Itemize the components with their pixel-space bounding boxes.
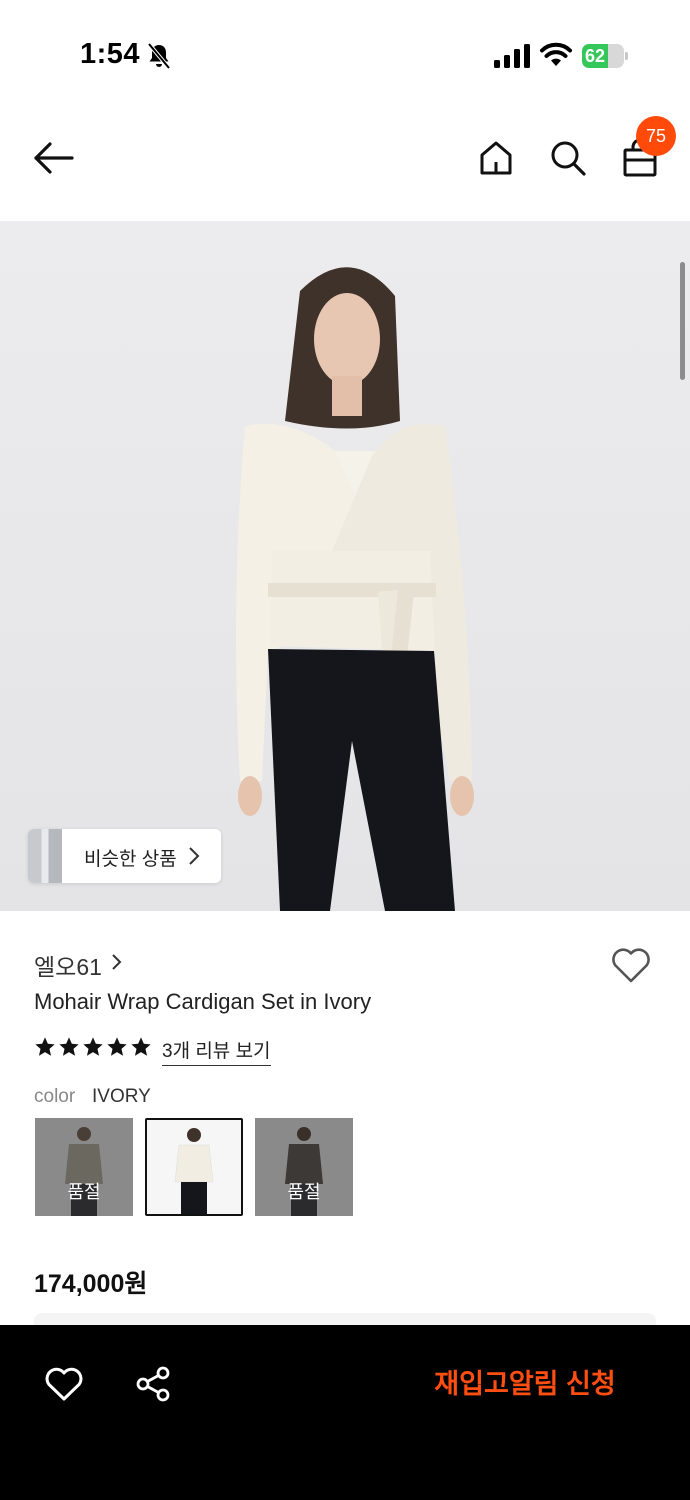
sold-out-label: 품절 — [67, 1182, 101, 1202]
similar-product-thumbnail — [28, 829, 62, 883]
star-icon — [35, 1037, 55, 1056]
sold-out-label: 품절 — [287, 1182, 321, 1202]
brand-link[interactable]: 엘오61 — [34, 948, 102, 982]
chevron-right-icon — [189, 847, 200, 865]
product-price: 174,000원 — [34, 1270, 148, 1298]
battery-charging-icon: 62 — [582, 44, 628, 68]
product-name: Mohair Wrap Cardigan Set in Ivory — [34, 989, 372, 1014]
back-arrow-icon[interactable] — [30, 138, 78, 178]
color-swatch-option[interactable]: 품절 — [255, 1118, 353, 1216]
battery-level: 62 — [585, 46, 606, 66]
bell-off-icon — [147, 42, 171, 70]
restock-alert-button[interactable]: 재입고알림 신청 — [400, 1355, 650, 1413]
share-icon[interactable] — [134, 1365, 172, 1403]
home-icon[interactable] — [476, 138, 516, 178]
swatch-model-thumbnail — [147, 1120, 241, 1214]
heart-outline-icon[interactable] — [610, 945, 652, 985]
view-reviews-link[interactable]: 3개 리뷰 보기 — [162, 1036, 271, 1066]
star-icon — [59, 1037, 79, 1056]
status-bar: 1:54 62 — [0, 0, 690, 100]
chevron-right-icon[interactable] — [110, 953, 122, 971]
status-time: 1:54 — [80, 38, 141, 70]
product-image[interactable] — [0, 221, 690, 911]
bottom-action-bar: 재입고알림 신청 — [0, 1325, 690, 1500]
heart-outline-icon[interactable] — [44, 1365, 84, 1403]
cellular-signal-icon — [494, 44, 530, 68]
color-value: IVORY — [92, 1086, 151, 1107]
top-nav — [0, 108, 690, 208]
similar-products-button[interactable]: 비슷한 상품 — [28, 829, 221, 883]
similar-products-label: 비슷한 상품 — [84, 849, 177, 870]
cart-count-badge: 75 — [636, 116, 676, 156]
search-icon[interactable] — [548, 138, 588, 178]
wifi-icon — [540, 42, 572, 66]
image-scrollbar[interactable] — [680, 262, 685, 380]
star-icon — [83, 1037, 103, 1056]
star-icon — [131, 1037, 151, 1056]
model-photo — [236, 267, 474, 911]
color-swatch-option[interactable]: 품절 — [35, 1118, 133, 1216]
star-icon — [107, 1037, 127, 1056]
color-label: color — [34, 1086, 76, 1107]
color-swatch-option-selected[interactable] — [145, 1118, 243, 1216]
